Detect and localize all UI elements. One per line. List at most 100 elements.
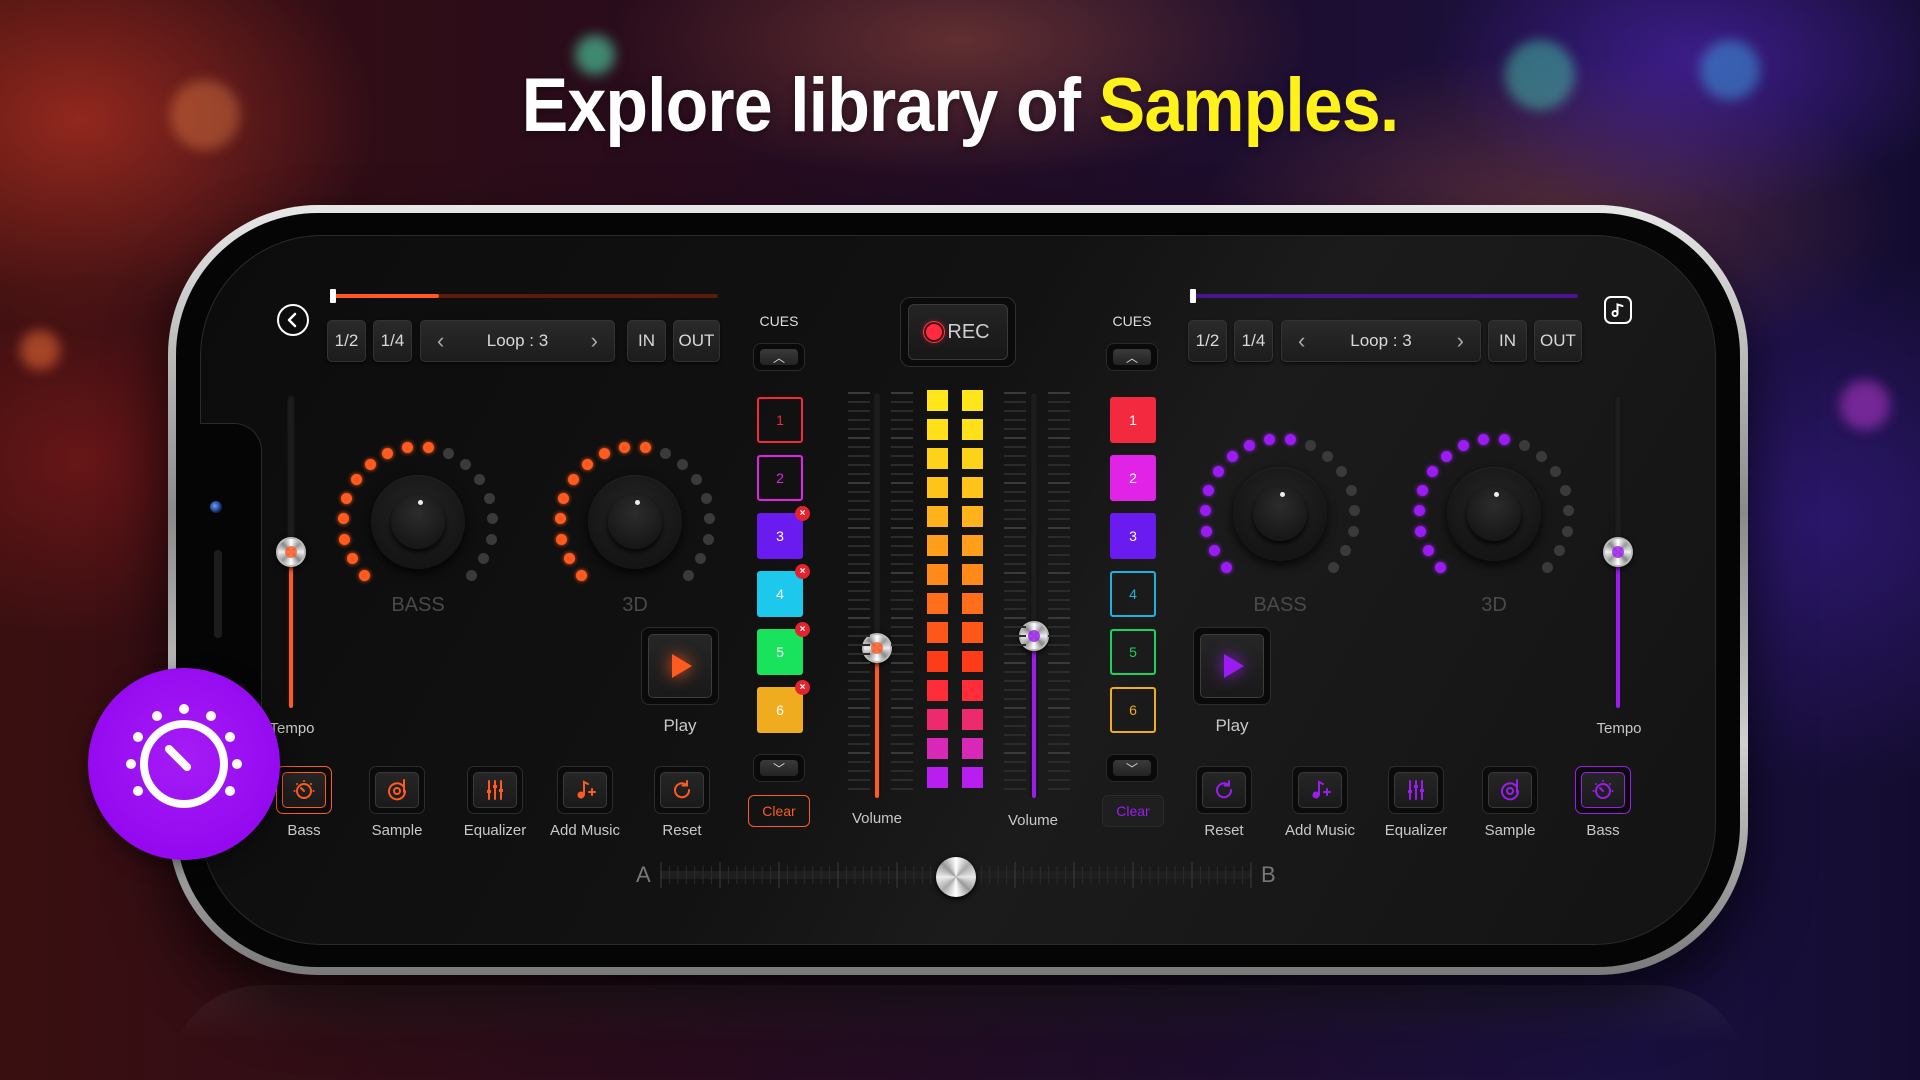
left-cue-pad-6[interactable]: 6 <box>757 687 803 733</box>
left-cues-scroll-down[interactable]: ﹀ <box>753 754 805 782</box>
left-loop-half-button[interactable]: 1/2 <box>327 320 366 362</box>
remove-cue-icon[interactable]: × <box>795 622 810 637</box>
right-loop-in-button[interactable]: IN <box>1488 320 1527 362</box>
remove-cue-icon[interactable]: × <box>795 680 810 695</box>
slider-thumb[interactable] <box>276 536 306 567</box>
right-reset-button[interactable] <box>1196 766 1252 814</box>
left-bass-button[interactable] <box>276 766 332 814</box>
right-cue-pad-6[interactable]: 6 <box>1110 687 1156 733</box>
left-loop-in-button[interactable]: IN <box>627 320 666 362</box>
button-face <box>375 772 419 808</box>
right-loop-next-button[interactable]: › <box>1457 328 1464 354</box>
left-loop-next-button[interactable]: › <box>591 328 598 354</box>
meter-cell <box>962 477 983 498</box>
right-sample-button[interactable] <box>1482 766 1538 814</box>
left-play-label: Play <box>663 716 697 735</box>
left-progress-thumb[interactable] <box>330 289 336 303</box>
left-sample-button[interactable] <box>369 766 425 814</box>
right-loop-prev-button[interactable]: ‹ <box>1298 328 1305 354</box>
remove-cue-icon[interactable]: × <box>795 564 810 579</box>
right-cue-pad-1[interactable]: 1 <box>1110 397 1156 443</box>
left-cue-pad-4[interactable]: 4 <box>757 571 803 617</box>
left-loop-quarter-button[interactable]: 1/4 <box>373 320 412 362</box>
right-loop-half-button[interactable]: 1/2 <box>1188 320 1227 362</box>
button-face <box>282 772 326 808</box>
right-loop-out-button[interactable]: OUT <box>1534 320 1582 362</box>
knob-level-dot <box>704 513 716 525</box>
knob-level-dot <box>1536 450 1548 462</box>
record-button-face: REC <box>908 304 1008 360</box>
right-cues-scroll-up[interactable]: ︿ <box>1106 343 1158 371</box>
right-play-button[interactable] <box>1193 627 1271 705</box>
knob-level-dot-lit <box>1201 525 1213 537</box>
right-cue-pad-2[interactable]: 2 <box>1110 455 1156 501</box>
knob-level-dot <box>483 492 495 504</box>
left-loop-prev-button[interactable]: ‹ <box>437 328 444 354</box>
button-face <box>1298 772 1342 808</box>
right-volume-label: Volume <box>1007 812 1059 829</box>
left-cues-scroll-up[interactable]: ︿ <box>753 343 805 371</box>
left-loop-out-button[interactable]: OUT <box>673 320 720 362</box>
right-bass-knob[interactable] <box>1195 429 1365 599</box>
right-cue-pad-3[interactable]: 3 <box>1110 513 1156 559</box>
right-progress-thumb[interactable] <box>1190 289 1196 303</box>
cue-pad-number: 2 <box>776 470 784 486</box>
left-cue-pad-3[interactable]: 3 <box>757 513 803 559</box>
left-cues-clear-button[interactable]: Clear <box>748 795 810 827</box>
slider-thumb[interactable] <box>1603 536 1633 567</box>
knob-level-dot-lit <box>364 458 376 470</box>
button-face <box>1394 772 1438 808</box>
button-face <box>1581 772 1625 808</box>
right-equalizer-label: Equalizer <box>1384 822 1448 839</box>
knob-level-dot <box>677 458 689 470</box>
right-reset-label: Reset <box>1204 822 1244 839</box>
sample-disc-icon <box>385 778 409 802</box>
meter-cell <box>927 477 948 498</box>
right-cues-scroll-down[interactable]: ﹀ <box>1106 754 1158 782</box>
right-cues-clear-button[interactable]: Clear <box>1102 795 1164 827</box>
meter-cell <box>962 564 983 585</box>
left-play-button[interactable] <box>641 627 719 705</box>
knob-pointer <box>418 500 423 505</box>
left-cue-pad-1[interactable]: 1 <box>757 397 803 443</box>
slider-fill <box>1032 635 1036 798</box>
right-cue-pad-5[interactable]: 5 <box>1110 629 1156 675</box>
right-equalizer-button[interactable] <box>1388 766 1444 814</box>
meter-cell <box>962 448 983 469</box>
left-reset-button[interactable] <box>654 766 710 814</box>
button-face <box>1488 772 1532 808</box>
meter-cell <box>927 622 948 643</box>
knob-pointer <box>635 500 640 505</box>
right-3d-knob[interactable] <box>1409 429 1579 599</box>
right-cue-pad-4[interactable]: 4 <box>1110 571 1156 617</box>
back-button[interactable] <box>277 304 309 336</box>
left-3d-knob[interactable] <box>550 437 720 607</box>
left-add-music-button[interactable] <box>557 766 613 814</box>
left-cue-pad-2[interactable]: 2 <box>757 455 803 501</box>
sample-disc-icon <box>1498 778 1522 802</box>
left-equalizer-button[interactable] <box>467 766 523 814</box>
knob-level-dot <box>487 513 499 525</box>
right-add-music-button[interactable] <box>1292 766 1348 814</box>
knob-level-dot-lit <box>554 513 566 525</box>
left-cue-pad-5[interactable]: 5 <box>757 629 803 675</box>
right-track-progress[interactable] <box>1190 289 1578 303</box>
meter-cell <box>927 767 948 788</box>
music-library-button[interactable] <box>1604 296 1632 324</box>
right-bass-button[interactable] <box>1575 766 1631 814</box>
remove-cue-icon[interactable]: × <box>795 506 810 521</box>
cue-pad-number: 2 <box>1129 470 1137 486</box>
left-bass-knob[interactable] <box>333 437 503 607</box>
add-music-icon <box>1308 778 1332 802</box>
cue-pad-number: 1 <box>1129 412 1137 428</box>
right-loop-quarter-button[interactable]: 1/4 <box>1234 320 1273 362</box>
record-button[interactable]: REC <box>900 297 1016 367</box>
knob-level-dot-lit <box>1226 450 1238 462</box>
knob-level-dot-lit <box>1199 505 1211 517</box>
meter-cell <box>927 738 948 759</box>
left-track-progress[interactable] <box>330 289 718 303</box>
cue-pad-number: 5 <box>776 644 784 660</box>
knob-level-dot <box>1340 544 1352 556</box>
crossfader-knob[interactable] <box>936 857 976 897</box>
knob-level-dot <box>682 569 694 581</box>
